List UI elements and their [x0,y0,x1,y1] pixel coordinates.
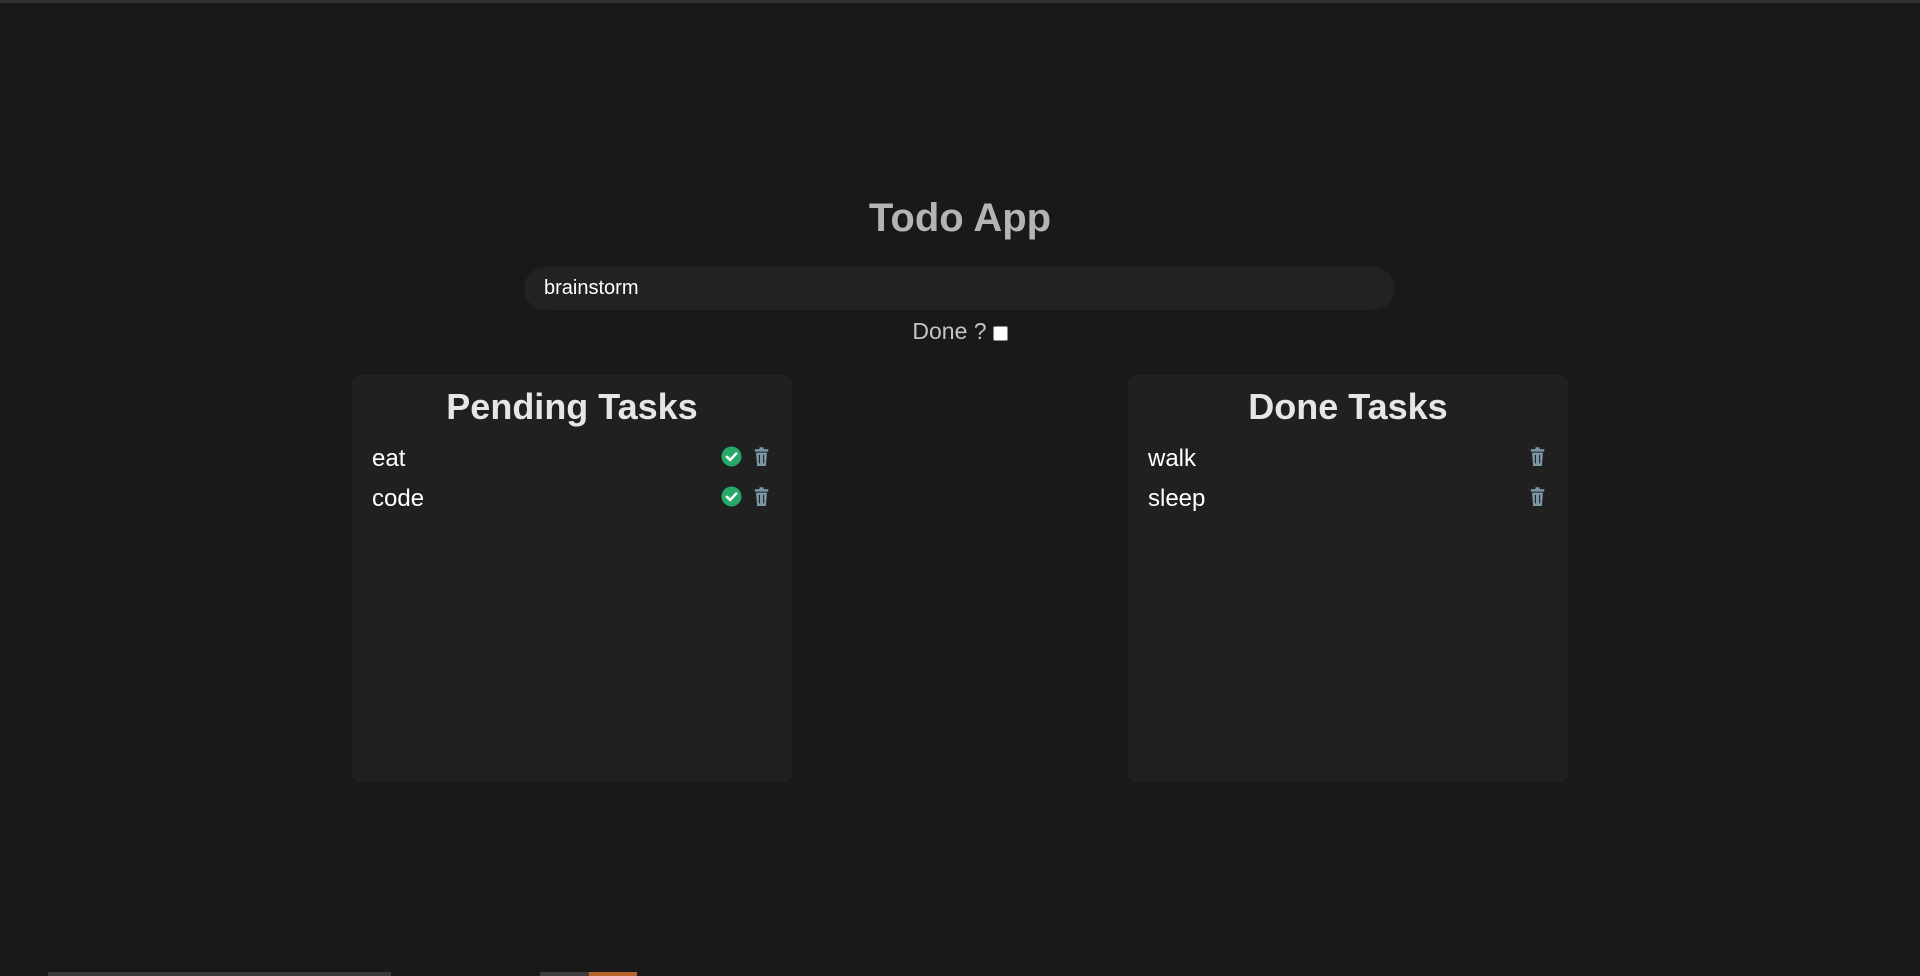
pending-tasks-title: Pending Tasks [446,386,698,427]
done-tasks-title: Done Tasks [1248,386,1448,427]
task-name: code [372,485,425,512]
task-name: sleep [1148,485,1206,512]
task-row: code [372,479,772,519]
window-top-border [0,0,1920,3]
trash-icon[interactable] [751,486,772,507]
task-row: eat [372,439,772,479]
task-actions [1527,486,1548,507]
task-name: walk [1148,445,1197,472]
taskbar-segment [540,972,589,976]
taskbar-segment-active [589,972,637,976]
trash-icon[interactable] [751,446,772,467]
done-task-list: walk sleep [1128,439,1568,519]
app-title: Todo App [868,196,1052,240]
task-row: walk [1148,439,1548,479]
pending-task-list: eat code [352,439,792,519]
task-actions [1527,446,1548,467]
done-checkbox[interactable] [992,325,1008,341]
trash-icon[interactable] [1527,486,1548,507]
task-row: sleep [1148,479,1548,519]
taskbar-segment [48,972,391,976]
task-name: eat [372,445,406,472]
trash-icon[interactable] [1527,446,1548,467]
pending-tasks-panel: Pending Tasks eat code [352,375,792,782]
check-circle-icon[interactable] [721,446,742,467]
check-circle-icon[interactable] [721,486,742,507]
task-input[interactable] [524,267,1395,310]
done-label: Done ? [912,317,987,344]
done-tasks-panel: Done Tasks walk sleep [1128,375,1568,782]
task-actions [721,486,772,507]
done-toggle-row: Done ? [0,316,1920,346]
task-actions [721,446,772,467]
